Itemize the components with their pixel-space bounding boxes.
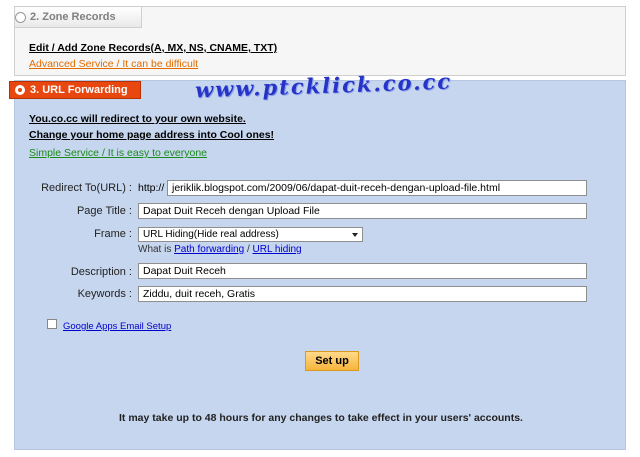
google-apps-checkbox[interactable] <box>47 319 57 329</box>
description-input[interactable]: Dapat Duit Receh <box>138 263 587 279</box>
advanced-service-link[interactable]: Advanced Service / It can be difficult <box>29 58 198 70</box>
path-forwarding-link[interactable]: Path forwarding <box>174 244 244 255</box>
url-forwarding-radio[interactable] <box>15 85 25 95</box>
redirect-url-input[interactable]: jeriklik.blogspot.com/2009/06/dapat-duit… <box>167 180 587 196</box>
setup-button[interactable]: Set up <box>305 351 359 371</box>
frame-select[interactable]: URL Hiding(Hide real address) <box>138 227 363 242</box>
redirect-label: Redirect To(URL) : <box>41 182 132 194</box>
edit-zone-records-link[interactable]: Edit / Add Zone Records(A, MX, NS, CNAME… <box>29 42 277 54</box>
tab-zone-records-label: 2. Zone Records <box>30 11 116 23</box>
propagation-notice: It may take up to 48 hours for any chang… <box>119 412 523 424</box>
chevron-down-icon[interactable] <box>352 233 358 237</box>
frame-help-separator: / <box>246 244 250 255</box>
tab-url-forwarding[interactable]: 3. URL Forwarding <box>9 81 141 99</box>
description-label: Description : <box>70 266 132 278</box>
tab-zone-records[interactable]: 2. Zone Records <box>15 7 142 28</box>
frame-selected-value: URL Hiding(Hide real address) <box>143 229 279 240</box>
google-apps-link[interactable]: Google Apps Email Setup <box>63 321 171 332</box>
page-title-input[interactable]: Dapat Duit Receh dengan Upload File <box>138 203 587 219</box>
url-forwarding-section: 3. URL Forwarding You.co.cc will redirec… <box>9 80 626 450</box>
zone-records-radio[interactable] <box>15 12 26 23</box>
cool-address-link[interactable]: Change your home page address into Cool … <box>29 129 274 141</box>
zone-records-section: 2. Zone Records Edit / Add Zone Records(… <box>14 6 626 76</box>
tab-url-forwarding-label: 3. URL Forwarding <box>30 84 128 96</box>
redirect-info-link[interactable]: You.co.cc will redirect to your own webs… <box>29 113 246 125</box>
redirect-prefix: http:// <box>138 182 165 194</box>
frame-label: Frame : <box>94 228 132 240</box>
keywords-input[interactable]: Ziddu, duit receh, Gratis <box>138 286 587 302</box>
keywords-label: Keywords : <box>77 288 132 300</box>
simple-service-link[interactable]: Simple Service / It is easy to everyone <box>29 147 207 159</box>
frame-help-prefix: What is <box>138 244 172 255</box>
frame-help: What is Path forwarding / URL hiding <box>138 244 302 255</box>
url-hiding-link[interactable]: URL hiding <box>253 244 302 255</box>
page-title-label: Page Title : <box>76 205 132 217</box>
